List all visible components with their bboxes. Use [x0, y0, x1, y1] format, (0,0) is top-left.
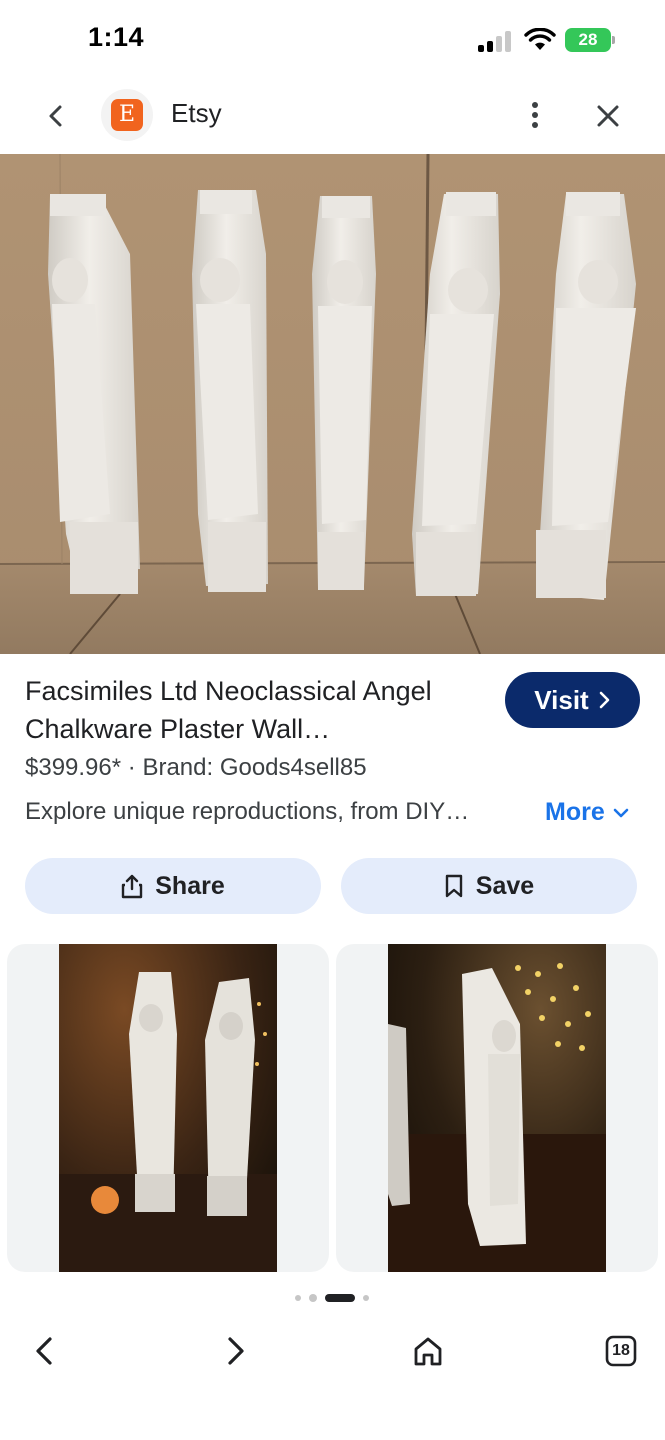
- separator: ·: [127, 754, 136, 781]
- tab-count: 18: [612, 1342, 630, 1359]
- status-bar: 1:14 28: [0, 0, 665, 80]
- product-hero-image[interactable]: [0, 154, 665, 654]
- status-time: 1:14: [88, 22, 145, 52]
- page-dot: [295, 1295, 301, 1301]
- visit-label: Visit: [534, 684, 589, 715]
- share-icon: [122, 874, 143, 899]
- nav-forward-icon[interactable]: [218, 1334, 252, 1368]
- page-dot-active: [325, 1294, 355, 1302]
- related-card-2[interactable]: [336, 944, 658, 1272]
- share-button[interactable]: Share: [25, 858, 321, 914]
- product-description: Explore unique reproductions, from DIY…: [25, 798, 470, 825]
- home-icon[interactable]: [411, 1334, 445, 1368]
- tabs-button[interactable]: 18: [604, 1334, 638, 1368]
- chevron-right-icon: [599, 691, 610, 709]
- nav-back-icon[interactable]: [28, 1334, 62, 1368]
- back-arrow-icon[interactable]: [40, 100, 72, 132]
- page-dot: [309, 1294, 317, 1302]
- close-icon[interactable]: [592, 100, 624, 132]
- share-label: Share: [155, 871, 225, 900]
- more-label: More: [545, 798, 605, 826]
- bookmark-icon: [445, 874, 462, 898]
- price-brand-line: $399.96* · Brand: Goods4sell85: [25, 754, 367, 782]
- signal-icon: [478, 30, 514, 52]
- save-button[interactable]: Save: [341, 858, 637, 914]
- visit-button[interactable]: Visit: [505, 672, 640, 728]
- product-title[interactable]: Facsimiles Ltd Neoclassical Angel Chalkw…: [25, 672, 485, 748]
- battery-nub: [612, 36, 615, 44]
- save-label: Save: [475, 871, 535, 900]
- bottom-navigation: 18: [0, 1316, 665, 1440]
- related-card-1[interactable]: [7, 944, 329, 1272]
- brand: Brand: Goods4sell85: [142, 754, 367, 781]
- pagination-dots: [295, 1293, 375, 1303]
- site-logo: E: [101, 89, 153, 141]
- price: $399.96*: [25, 754, 122, 781]
- chevron-down-icon: [613, 808, 629, 817]
- more-vert-icon[interactable]: [520, 98, 550, 132]
- battery-level: 28: [578, 30, 598, 49]
- more-button[interactable]: More: [545, 798, 629, 827]
- page-dot: [363, 1295, 369, 1301]
- related-image-1: [59, 944, 277, 1272]
- related-image-2: [388, 944, 606, 1272]
- wifi-icon: [524, 28, 556, 50]
- site-name: Etsy: [171, 98, 222, 128]
- etsy-logo-icon: E: [111, 99, 143, 131]
- custom-tab-header: E Etsy: [0, 80, 665, 154]
